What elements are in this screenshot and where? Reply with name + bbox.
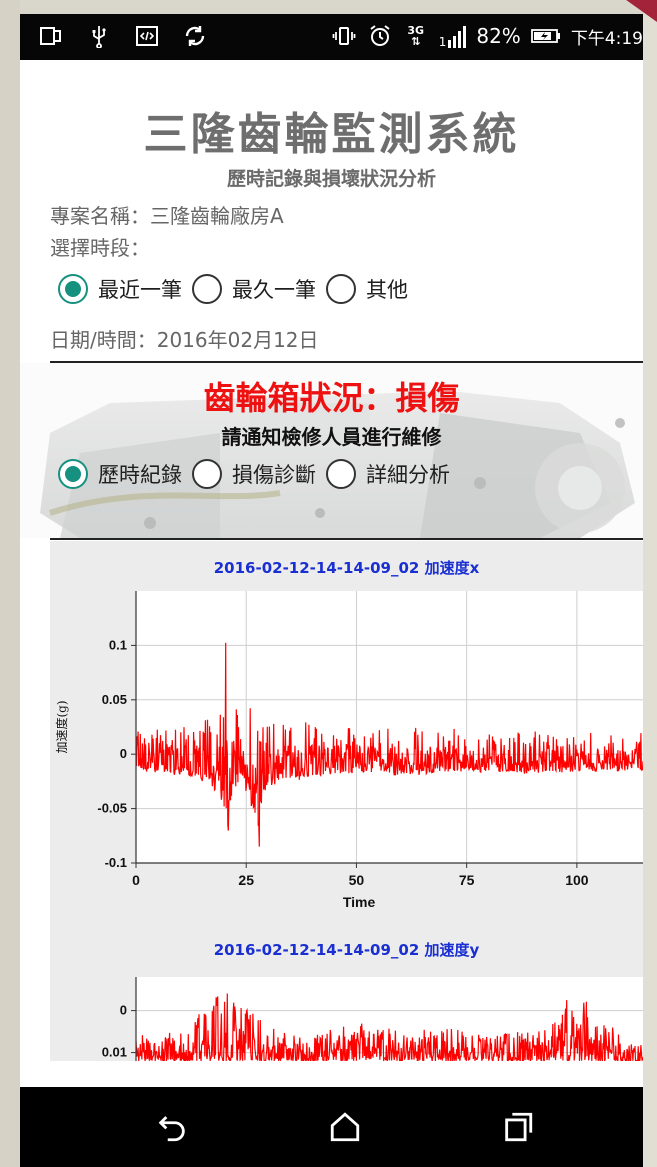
radio-checked-icon[interactable] — [58, 459, 88, 489]
chart-xtick-label: 100 — [565, 872, 589, 888]
divider — [50, 538, 643, 540]
chart-ytick-label: 0 — [120, 746, 127, 761]
vibrate-icon — [331, 23, 357, 49]
battery-charging-icon — [530, 23, 561, 49]
period-option-latest[interactable]: 最近一筆 — [58, 274, 182, 304]
radio-unchecked-icon[interactable] — [326, 274, 356, 304]
chart-xtick-label: 0 — [132, 872, 140, 888]
status-bar: 3G ⇅ 1 82% 下午4:19 — [20, 14, 643, 60]
device-bezel-left — [0, 0, 20, 1167]
usb-icon — [86, 23, 112, 49]
signal-icon: 1 — [439, 24, 467, 48]
chart-xtick-label: 75 — [459, 872, 475, 888]
back-button[interactable] — [152, 1107, 192, 1147]
chart-title-x: 2016-02-12-14-14-09_02 加速度x — [213, 559, 480, 577]
date-time: 日期/時間：2016年02月12日 — [50, 328, 319, 352]
page-title: 三隆齒輪監測系統 — [143, 109, 520, 160]
radio-checked-icon[interactable] — [58, 274, 88, 304]
view-radio-group: 歷時紀錄 損傷診斷 詳細分析 — [58, 459, 460, 489]
radio-unchecked-icon[interactable] — [326, 459, 356, 489]
recents-icon — [505, 1112, 533, 1142]
device-bezel-right — [643, 0, 657, 1167]
home-icon — [330, 1112, 360, 1142]
back-icon — [158, 1116, 185, 1142]
phone-screen: 3G ⇅ 1 82% 下午4:19 三隆齒輪監測系統 歷時記錄與損壞狀況分析 專案… — [20, 14, 643, 1167]
view-option-history[interactable]: 歷時紀錄 — [58, 459, 182, 489]
charts-canvas: -0.1 -0.05 0 0.05 0.1 0 25 50 75 100 Time 加速度(g) 0 0.… — [54, 591, 643, 1061]
period-option-oldest[interactable]: 最久一筆 — [192, 274, 316, 304]
clock: 下午4:19 — [570, 28, 643, 49]
sync-icon — [182, 23, 208, 49]
battery-percent: 82% — [476, 24, 521, 48]
chart-title-y: 2016-02-12-14-14-09_02 加速度y — [213, 941, 480, 959]
chart-xlabel: Time — [343, 894, 376, 910]
radio-unchecked-icon[interactable] — [192, 274, 222, 304]
repair-notice: 請通知檢修人員進行維修 — [221, 425, 442, 449]
chart-xtick-label: 25 — [238, 872, 254, 888]
chart-xtick-label: 50 — [349, 872, 365, 888]
home-button[interactable] — [325, 1107, 365, 1147]
app-content: 三隆齒輪監測系統 歷時記錄與損壞狀況分析 專案名稱：三隆齒輪廠房A 選擇時段： … — [20, 60, 643, 1087]
chart-ytick-label: -0.1 — [105, 855, 127, 870]
device-icon — [38, 23, 64, 49]
chart-ytick-label: -0.05 — [97, 801, 127, 816]
code-icon — [134, 23, 160, 49]
chart-ytick-label: 0 — [120, 1003, 127, 1018]
period-option-other[interactable]: 其他 — [326, 274, 408, 304]
chart-plot-area — [136, 591, 643, 863]
alarm-icon — [367, 23, 393, 49]
gearbox-status: 齒輪箱狀況：損傷 — [203, 379, 460, 417]
period-label: 選擇時段： — [50, 236, 150, 260]
project-name: 專案名稱：三隆齒輪廠房A — [50, 204, 284, 228]
page-subtitle: 歷時記錄與損壞狀況分析 — [226, 168, 436, 190]
network-3g-icon: 3G ⇅ — [407, 24, 425, 48]
recents-button[interactable] — [498, 1107, 538, 1147]
period-radio-group: 最近一筆 最久一筆 其他 — [58, 274, 418, 304]
status-section: 齒輪箱狀況：損傷 請通知檢修人員進行維修 歷時紀錄 損傷診斷 詳細分析 — [20, 363, 643, 538]
chart-ytick-label: 0.05 — [102, 692, 127, 707]
view-option-analysis[interactable]: 詳細分析 — [326, 459, 450, 489]
chart-ytick-label: 0.01 — [102, 1045, 127, 1060]
content-bottom-padding — [20, 1068, 643, 1087]
chart-ytick-label: 0.1 — [109, 637, 127, 652]
chart-panel[interactable]: -0.1 -0.05 0 0.05 0.1 0 25 50 75 100 Time 加速度(g) 0 0.… — [50, 541, 643, 1061]
chart-ylabel: 加速度(g) — [54, 700, 69, 753]
navigation-bar — [20, 1087, 643, 1167]
radio-unchecked-icon[interactable] — [192, 459, 222, 489]
view-option-diagnosis[interactable]: 損傷診斷 — [192, 459, 316, 489]
